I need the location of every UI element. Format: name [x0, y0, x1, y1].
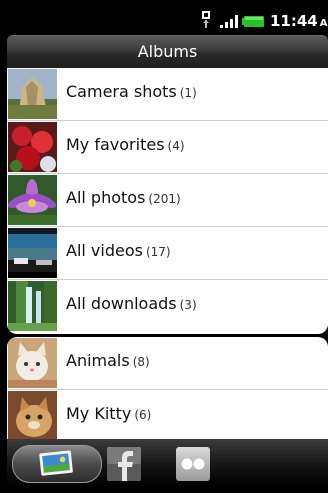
tab-facebook[interactable] [107, 447, 141, 481]
album-label: All videos (17) [66, 241, 171, 260]
facebook-icon [107, 447, 141, 481]
album-count: (17) [145, 245, 171, 259]
album-row-all-downloads[interactable]: All downloads (3) [7, 280, 328, 332]
title-bar: Albums [7, 35, 328, 69]
album-list-custom: Animals (8) My Kitty (6) [7, 337, 328, 439]
album-row-all-videos[interactable]: All videos (17) [7, 227, 328, 280]
album-list-main: Camera shots (1) My favorites (4) All ph… [7, 68, 328, 334]
tab-gallery[interactable] [12, 445, 102, 483]
clock: 11:44AM [270, 12, 328, 30]
camera-shots-thumbnail [8, 69, 57, 119]
album-row-my-favorites[interactable]: My favorites (4) [7, 121, 328, 174]
source-tab-bar [7, 439, 328, 487]
album-count: (201) [148, 192, 181, 206]
flickr-icon [181, 458, 205, 470]
tab-flickr[interactable] [176, 447, 210, 481]
clock-time: 11:44 [270, 12, 318, 30]
usb-debug-icon [202, 11, 210, 28]
album-row-all-photos[interactable]: All photos (201) [7, 174, 328, 227]
status-bar: 11:44AM [7, 8, 328, 35]
album-count: (4) [167, 139, 185, 153]
gallery-icon [39, 450, 73, 476]
battery-icon [242, 16, 264, 27]
all-downloads-thumbnail [8, 281, 57, 331]
album-row-my-kitty[interactable]: My Kitty (6) [7, 390, 328, 439]
album-label: My Kitty (6) [66, 404, 152, 423]
album-row-animals[interactable]: Animals (8) [7, 337, 328, 390]
album-label: My favorites (4) [66, 135, 185, 154]
album-label: Animals (8) [66, 351, 150, 370]
album-count: (3) [179, 298, 197, 312]
page-title: Albums [137, 42, 198, 61]
phone-screen: 11:44AM Albums Camera shots(1) [0, 0, 328, 493]
clock-ampm: AM [319, 18, 328, 29]
signal-icon [220, 15, 238, 28]
album-count: (1) [179, 86, 197, 100]
album-count: (8) [132, 355, 150, 369]
album-label: All photos (201) [66, 188, 181, 207]
my-kitty-thumbnail [8, 391, 57, 439]
my-favorites-thumbnail [8, 122, 57, 172]
all-videos-thumbnail [8, 228, 57, 278]
album-row-camera-shots[interactable]: Camera shots (1) [7, 68, 328, 121]
album-count: (6) [134, 408, 152, 422]
album-label: All downloads (3) [66, 294, 197, 313]
animals-thumbnail [8, 338, 57, 388]
all-photos-thumbnail [8, 175, 57, 225]
album-label: Camera shots (1) [66, 82, 197, 101]
